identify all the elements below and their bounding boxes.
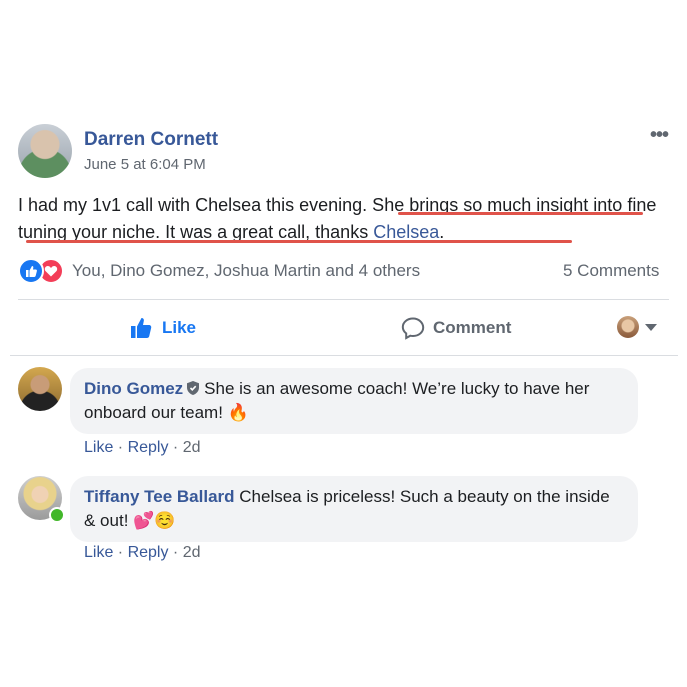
divider [18,299,669,300]
comment-like-link[interactable]: Like [84,544,113,561]
like-reaction-icon[interactable] [18,258,44,284]
annotation-underline [398,212,643,215]
comment-reply-link[interactable]: Reply [128,544,169,561]
more-horizontal-icon[interactable]: ••• [650,124,669,147]
online-status-icon [49,507,65,523]
mention-link[interactable]: Chelsea [373,222,439,242]
comment-time[interactable]: 2d [183,439,201,456]
user-avatar [617,316,639,338]
author-avatar[interactable] [18,124,72,178]
commenter-avatar[interactable] [18,367,62,411]
commenter-name[interactable]: Tiffany Tee Ballard [84,487,235,506]
reaction-as-selector[interactable] [617,316,657,338]
caret-down-icon [645,323,657,331]
post-text-main: I had my 1v1 call with Chelsea this even… [18,195,657,242]
comment-bubble: Dino Gomez She is an awesome coach! We’re… [70,368,638,434]
shield-icon [187,381,200,395]
hearts-smile-emoji: 💕☺️ [133,511,176,531]
annotation-underline [26,240,572,243]
post-text: I had my 1v1 call with Chelsea this even… [18,192,658,246]
comment-button[interactable]: Comment [401,316,511,340]
reactors-summary[interactable]: You, Dino Gomez, Joshua Martin and 4 oth… [72,261,420,281]
comment-bubble: Tiffany Tee Ballard Chelsea is priceless… [70,476,638,542]
like-button[interactable]: Like [130,316,196,340]
comment-icon [401,317,425,340]
comments-count[interactable]: 5 Comments [563,261,659,281]
post-text-end: . [439,222,445,242]
author-name[interactable]: Darren Cornett [84,129,218,151]
thumbs-up-icon [131,318,152,338]
comment-reply-link[interactable]: Reply [128,439,169,456]
comment-label: Comment [433,318,512,337]
commenter-name[interactable]: Dino Gomez [84,379,183,398]
post-timestamp[interactable]: June 5 at 6:04 PM [84,156,206,173]
comment-actions: Like · Reply · 2d [84,544,201,561]
comment-time[interactable]: 2d [183,544,201,561]
comment-actions: Like · Reply · 2d [84,439,201,456]
like-label: Like [162,318,197,337]
comment-like-link[interactable]: Like [84,439,113,456]
divider [10,355,678,356]
fire-emoji: 🔥 [227,403,249,423]
